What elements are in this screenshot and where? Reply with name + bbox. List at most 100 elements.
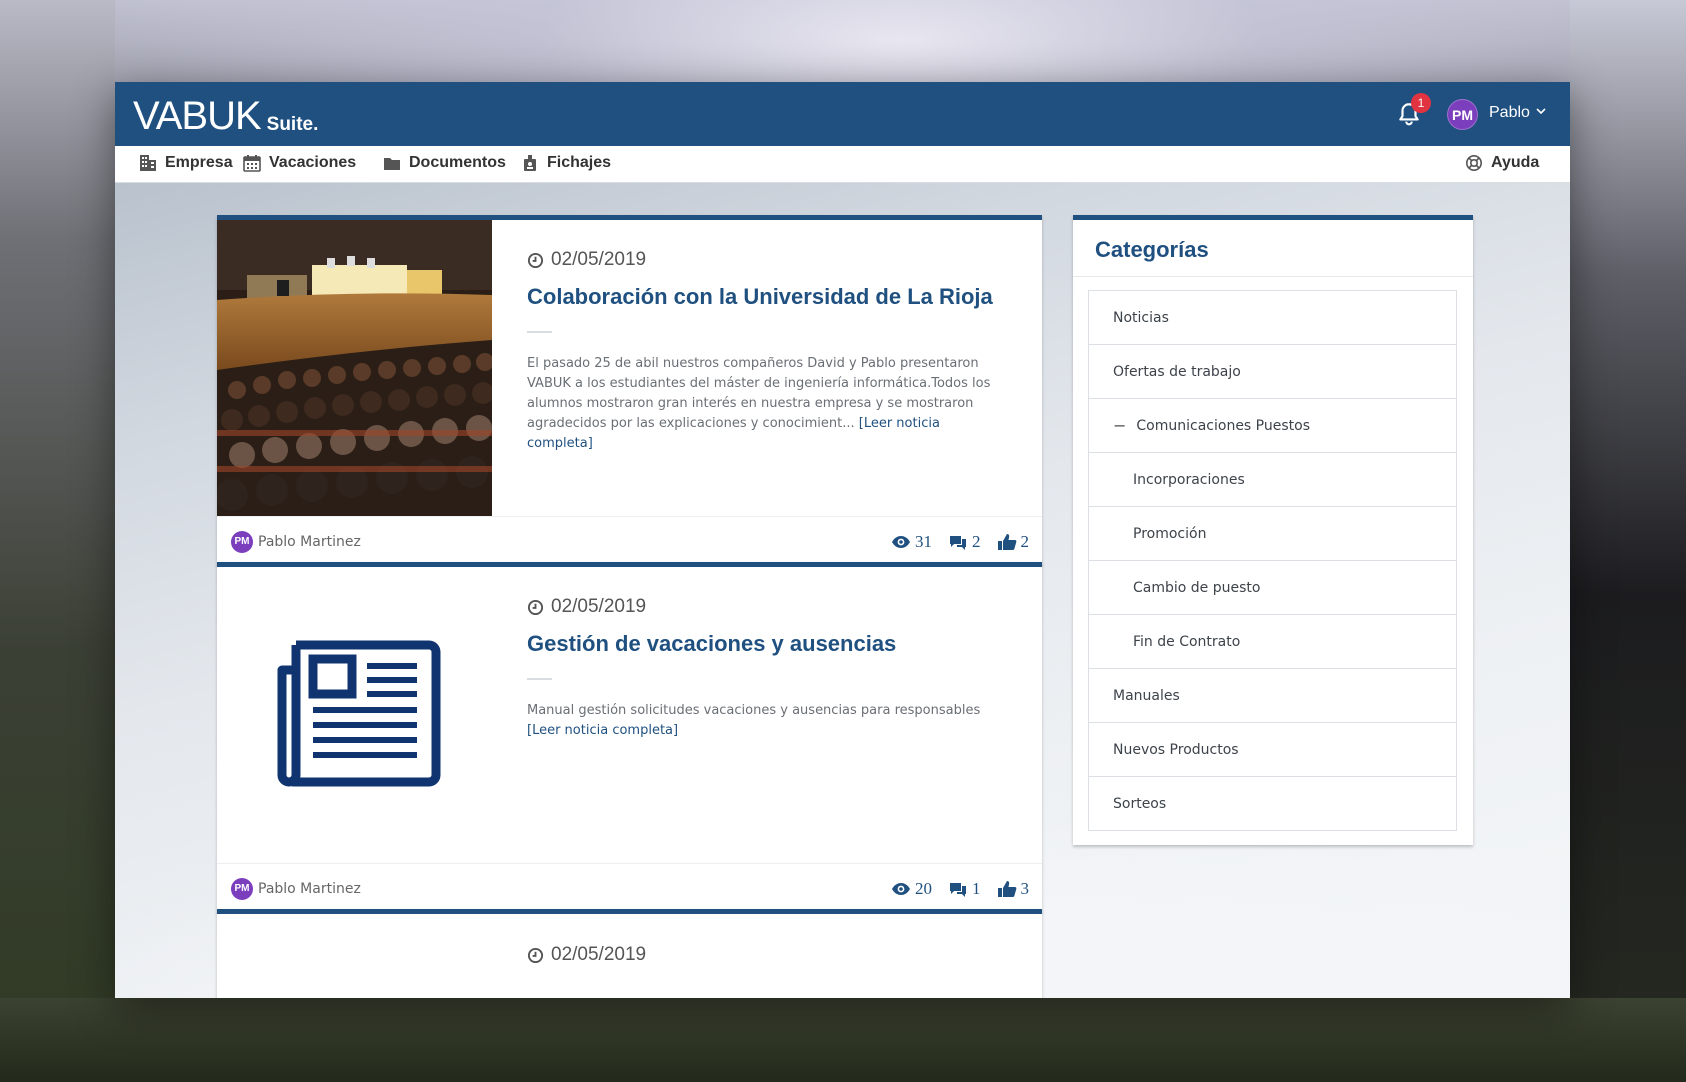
news-date: 02/05/2019 [527, 944, 646, 966]
desktop-background-left [0, 0, 115, 1082]
news-author[interactable]: PM Pablo Martinez [231, 878, 361, 900]
views-stat: 31 [891, 532, 932, 552]
news-author[interactable]: PM Pablo Martinez [231, 531, 361, 553]
likes-stat[interactable]: 2 [997, 532, 1030, 552]
logo-subtext: Suite. [266, 114, 319, 135]
nav-item-label: Fichajes [547, 154, 612, 171]
news-date: 02/05/2019 [527, 249, 646, 271]
news-card: 02/05/2019 Gestión de vacaciones y ausen… [217, 562, 1042, 915]
news-card: 02/05/2019 Colaboración con la Universid… [217, 215, 1042, 568]
calendar-icon [243, 155, 261, 172]
category-item-cambio-puesto[interactable]: Cambio de puesto [1089, 561, 1456, 615]
news-stats: 20 1 3 [891, 879, 1029, 899]
author-avatar: PM [231, 531, 253, 553]
thumbs-up-icon [997, 881, 1016, 897]
news-date-text: 02/05/2019 [551, 249, 647, 270]
news-card-footer: PM Pablo Martinez 31 2 2 [217, 516, 1042, 568]
desktop-background-right [1570, 0, 1686, 1082]
news-excerpt: El pasado 25 de abil nuestros compañeros… [527, 354, 1007, 454]
category-label: Sorteos [1113, 795, 1167, 812]
news-excerpt: Manual gestión solicitudes vacaciones y … [527, 701, 1007, 741]
news-title[interactable]: Colaboración con la Universidad de La Ri… [527, 284, 993, 310]
comments-icon [950, 536, 966, 550]
news-date-text: 02/05/2019 [551, 944, 647, 965]
category-list: Noticias Ofertas de trabajo − Comunicacio… [1088, 290, 1457, 831]
comments-count: 2 [972, 532, 981, 551]
top-bar: VABUK Suite. 1 PM Pablo [115, 82, 1570, 146]
likes-stat[interactable]: 3 [997, 879, 1030, 899]
nav-item-label: Vacaciones [269, 154, 357, 171]
badge-icon [524, 155, 536, 171]
category-label: Comunicaciones Puestos [1136, 417, 1311, 434]
category-item-ofertas[interactable]: Ofertas de trabajo [1089, 345, 1456, 399]
news-title[interactable]: Gestión de vacaciones y ausencias [527, 631, 896, 657]
category-item-promocion[interactable]: Promoción [1089, 507, 1456, 561]
logo-text: VABUK [133, 94, 262, 138]
category-label: Promoción [1133, 525, 1207, 542]
collapse-icon[interactable]: − [1113, 416, 1126, 435]
category-item-sorteos[interactable]: Sorteos [1089, 777, 1456, 831]
category-item-noticias[interactable]: Noticias [1089, 291, 1456, 345]
news-date-text: 02/05/2019 [551, 596, 647, 617]
views-stat: 20 [891, 879, 932, 899]
chevron-down-icon[interactable] [1536, 106, 1546, 119]
categories-title: Categorías [1095, 237, 1209, 262]
author-name: Pablo Martinez [258, 881, 361, 897]
category-label: Noticias [1113, 309, 1169, 326]
nav-item-ayuda[interactable]: Ayuda [1465, 154, 1539, 172]
main-nav: Empresa Vacaciones Documentos Fichajes A… [115, 146, 1570, 183]
news-image-newspaper[interactable] [217, 567, 492, 863]
nav-item-empresa[interactable]: Empresa [139, 154, 233, 172]
eye-icon [892, 536, 910, 548]
likes-count: 3 [1020, 879, 1030, 898]
news-image-auditorium[interactable] [217, 220, 492, 516]
nav-item-label: Ayuda [1491, 154, 1540, 171]
views-count: 20 [915, 879, 932, 898]
views-count: 31 [915, 532, 932, 551]
panel-divider [1073, 276, 1473, 277]
desktop-background-bottom [0, 998, 1686, 1082]
clock-icon [527, 252, 544, 268]
title-separator [527, 678, 552, 680]
user-menu-name[interactable]: Pablo [1489, 104, 1530, 122]
category-item-incorporaciones[interactable]: Incorporaciones [1089, 453, 1456, 507]
newspaper-icon [277, 640, 441, 787]
app-logo[interactable]: VABUK Suite. [133, 92, 318, 136]
category-label: Manuales [1113, 687, 1180, 704]
category-label: Incorporaciones [1133, 471, 1245, 488]
notification-badge: 1 [1411, 93, 1431, 113]
nav-item-label: Documentos [409, 154, 506, 171]
news-excerpt-text: Manual gestión solicitudes vacaciones y … [527, 703, 981, 718]
category-item-nuevos-productos[interactable]: Nuevos Productos [1089, 723, 1456, 777]
clock-icon [527, 947, 544, 963]
likes-count: 2 [1020, 532, 1030, 551]
nav-item-label: Empresa [165, 154, 233, 171]
categories-panel: Categorías Noticias Ofertas de trabajo −… [1073, 215, 1473, 845]
category-label: Fin de Contrato [1133, 633, 1241, 650]
comments-stat[interactable]: 2 [948, 532, 981, 552]
news-stats: 31 2 2 [891, 532, 1029, 552]
nav-item-documentos[interactable]: Documentos [383, 154, 506, 172]
news-card-footer: PM Pablo Martinez 20 1 3 [217, 863, 1042, 915]
folder-icon [384, 158, 400, 170]
category-item-comunicaciones[interactable]: − Comunicaciones Puestos [1089, 399, 1456, 453]
category-label: Ofertas de trabajo [1113, 363, 1241, 380]
lifebuoy-icon [1466, 155, 1482, 171]
nav-item-vacaciones[interactable]: Vacaciones [243, 154, 356, 172]
category-label: Nuevos Productos [1113, 741, 1239, 758]
read-more-link[interactable]: [Leer noticia completa] [527, 723, 678, 738]
author-name: Pablo Martinez [258, 534, 361, 550]
nav-item-fichajes[interactable]: Fichajes [521, 154, 611, 172]
news-date: 02/05/2019 [527, 596, 646, 618]
browser-window: VABUK Suite. 1 PM Pablo Empresa Vacacion… [115, 82, 1570, 998]
category-item-manuales[interactable]: Manuales [1089, 669, 1456, 723]
building-icon [140, 155, 156, 171]
category-label: Cambio de puesto [1133, 579, 1261, 596]
clock-icon [527, 599, 544, 615]
user-avatar[interactable]: PM [1447, 99, 1478, 130]
eye-icon [892, 883, 910, 895]
comments-count: 1 [972, 879, 981, 898]
category-item-fin-contrato[interactable]: Fin de Contrato [1089, 615, 1456, 669]
comments-stat[interactable]: 1 [948, 879, 981, 899]
title-separator [527, 331, 552, 333]
